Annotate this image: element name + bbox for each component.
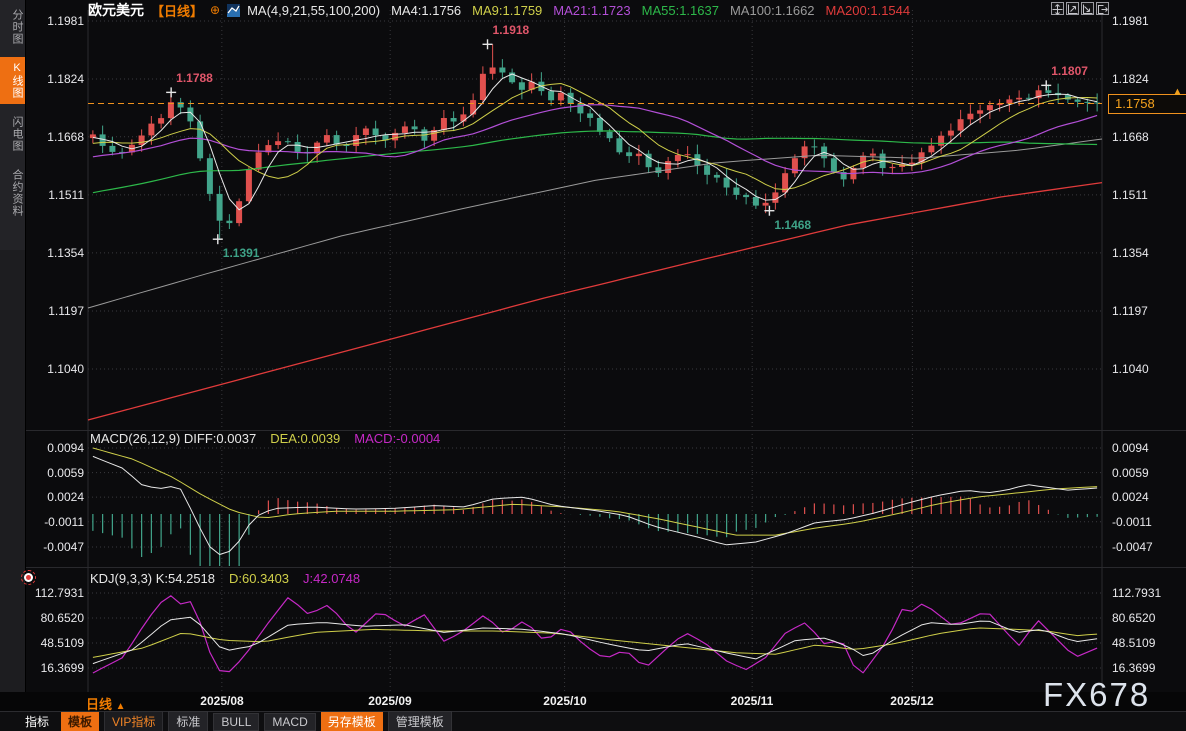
watermark: FX678 — [1043, 676, 1150, 714]
axis-label: 1.1040 — [1112, 361, 1184, 377]
axis-label: 0.0059 — [1112, 465, 1184, 481]
indicator-value: MACD(26,12,9) DIFF:0.0037 — [90, 431, 256, 446]
date-label: 2025/09 — [368, 694, 411, 708]
toolbar-tab-7[interactable]: 另存模板 — [321, 712, 383, 731]
exit-panel-icon[interactable] — [1096, 2, 1109, 15]
axis-label: 1.1511 — [1112, 187, 1184, 203]
price-annotation: 1.1918 — [493, 23, 530, 37]
axis-label: 0.0094 — [24, 440, 84, 456]
date-label: 2025/11 — [731, 694, 774, 708]
record-dot-icon[interactable] — [21, 570, 36, 585]
period-label: 【日线】 — [151, 1, 203, 20]
ma-legend-item: MA9:1.1759 — [472, 3, 542, 18]
sidebar-tab-time-chart[interactable]: 分时图 — [0, 4, 25, 50]
axis-label: 1.1981 — [24, 13, 84, 29]
price-annotation: 1.1468 — [774, 218, 811, 232]
date-label: 2025/08 — [200, 694, 243, 708]
axis-label: 1.1040 — [24, 361, 84, 377]
axis-label: 16.3699 — [1112, 660, 1184, 676]
scale-axis-right-icon[interactable] — [1081, 2, 1094, 15]
axis-label: 1.1824 — [24, 71, 84, 87]
axis-label: 0.0094 — [1112, 440, 1184, 456]
axis-label: 112.7931 — [1112, 585, 1184, 601]
toolbar-tab-6[interactable]: MACD — [264, 713, 315, 731]
chart-canvas — [0, 0, 1186, 731]
sidebar-tab-lightning-chart[interactable]: 闪电图 — [0, 111, 25, 157]
axis-label: -0.0011 — [24, 514, 84, 530]
chart-toolbar-icons — [1051, 2, 1109, 15]
price-annotation: 1.1788 — [176, 71, 213, 85]
axis-label: 1.1511 — [24, 187, 84, 203]
axis-label: 80.6520 — [1112, 610, 1184, 626]
toolbar-tab-5[interactable]: BULL — [213, 713, 259, 731]
axis-label: 0.0059 — [24, 465, 84, 481]
indicator-value: D:60.3403 — [229, 571, 289, 586]
kdj-pane-header: KDJ(9,3,3) K:54.2518 D:60.3403 J:42.0748 — [90, 571, 374, 586]
toolbar-tab-2[interactable]: 模板 — [61, 712, 99, 731]
axis-label: 1.1354 — [1112, 245, 1184, 261]
ma-legend-item: MA4:1.1756 — [391, 3, 461, 18]
indicator-value: MACD:-0.0004 — [354, 431, 440, 446]
toolbar-tab-3[interactable]: VIP指标 — [104, 711, 163, 731]
bottom-toolbar: 指标模板 VIP指标标准 BULL MACD 另存模板管理模板 — [0, 711, 1186, 731]
price-annotation: 1.1807 — [1051, 64, 1088, 78]
date-label: 2025/12 — [890, 694, 933, 708]
symbol-title: 欧元美元 — [88, 0, 144, 20]
date-axis: 日线 ▲ 2025/08 2025/09 2025/10 2025/11 202… — [0, 692, 1186, 711]
macd-pane-header: MACD(26,12,9) DIFF:0.0037 DEA:0.0039 MACD:… — [90, 431, 454, 446]
chart-application: 分时图 K线图 闪电图 合约资料 欧元美元 【日线】 ⊕ MA(4,9,21,5… — [0, 0, 1186, 731]
chart-header: 欧元美元 【日线】 ⊕ MA(4,9,21,55,100,200) MA4:1.1… — [88, 1, 921, 19]
axis-label: 1.1668 — [1112, 129, 1184, 145]
sidebar-tab-kline-chart[interactable]: K线图 — [0, 57, 25, 104]
axis-label: 112.7931 — [24, 585, 84, 601]
axis-label: 1.1668 — [24, 129, 84, 145]
axis-label: 0.0024 — [1112, 489, 1184, 505]
price-arrow-up-icon: ▲ — [1172, 86, 1183, 98]
axis-label: -0.0047 — [24, 539, 84, 555]
ma-legend-item: MA100:1.1662 — [730, 3, 815, 18]
ma-legend: MA(4,9,21,55,100,200) MA4:1.1756 MA9:1.175… — [247, 3, 921, 18]
axis-label: 16.3699 — [24, 660, 84, 676]
scale-axis-left-icon[interactable] — [1066, 2, 1079, 15]
axis-label: -0.0047 — [1112, 539, 1184, 555]
toolbar-tab-4[interactable]: 标准 — [168, 711, 208, 731]
ma-legend-item: MA200:1.1544 — [826, 3, 911, 18]
indicator-value: J:42.0748 — [303, 571, 360, 586]
axis-label: 1.1354 — [24, 245, 84, 261]
price-annotation: 1.1391 — [223, 246, 260, 260]
indicator-value: DEA:0.0039 — [270, 431, 340, 446]
axis-label: 48.5109 — [1112, 635, 1184, 651]
circle-plus-icon[interactable]: ⊕ — [210, 3, 220, 17]
toolbar-tab-8[interactable]: 管理模板 — [388, 711, 452, 731]
move-tool-icon[interactable] — [1051, 2, 1064, 15]
indicator-value: KDJ(9,3,3) K:54.2518 — [90, 571, 215, 586]
toolbar-tab-1[interactable]: 指标 — [18, 712, 56, 731]
ma-legend-item: MA21:1.1723 — [553, 3, 630, 18]
axis-label: 48.5109 — [24, 635, 84, 651]
left-sidebar: 分时图 K线图 闪电图 合约资料 — [0, 0, 25, 692]
date-label: 2025/10 — [543, 694, 586, 708]
axis-label: 80.6520 — [24, 610, 84, 626]
axis-label: 0.0024 — [24, 489, 84, 505]
axis-label: -0.0011 — [1112, 514, 1184, 530]
axis-label: 1.1197 — [24, 303, 84, 319]
sidebar-tab-contract-info[interactable]: 合约资料 — [0, 164, 25, 222]
mini-chart-icon — [227, 4, 240, 17]
axis-label: 1.1981 — [1112, 13, 1184, 29]
axis-label: 1.1824 — [1112, 71, 1184, 87]
ma-legend-item: MA55:1.1637 — [642, 3, 719, 18]
ma-legend-item: MA(4,9,21,55,100,200) — [247, 3, 380, 18]
axis-label: 1.1197 — [1112, 303, 1184, 319]
